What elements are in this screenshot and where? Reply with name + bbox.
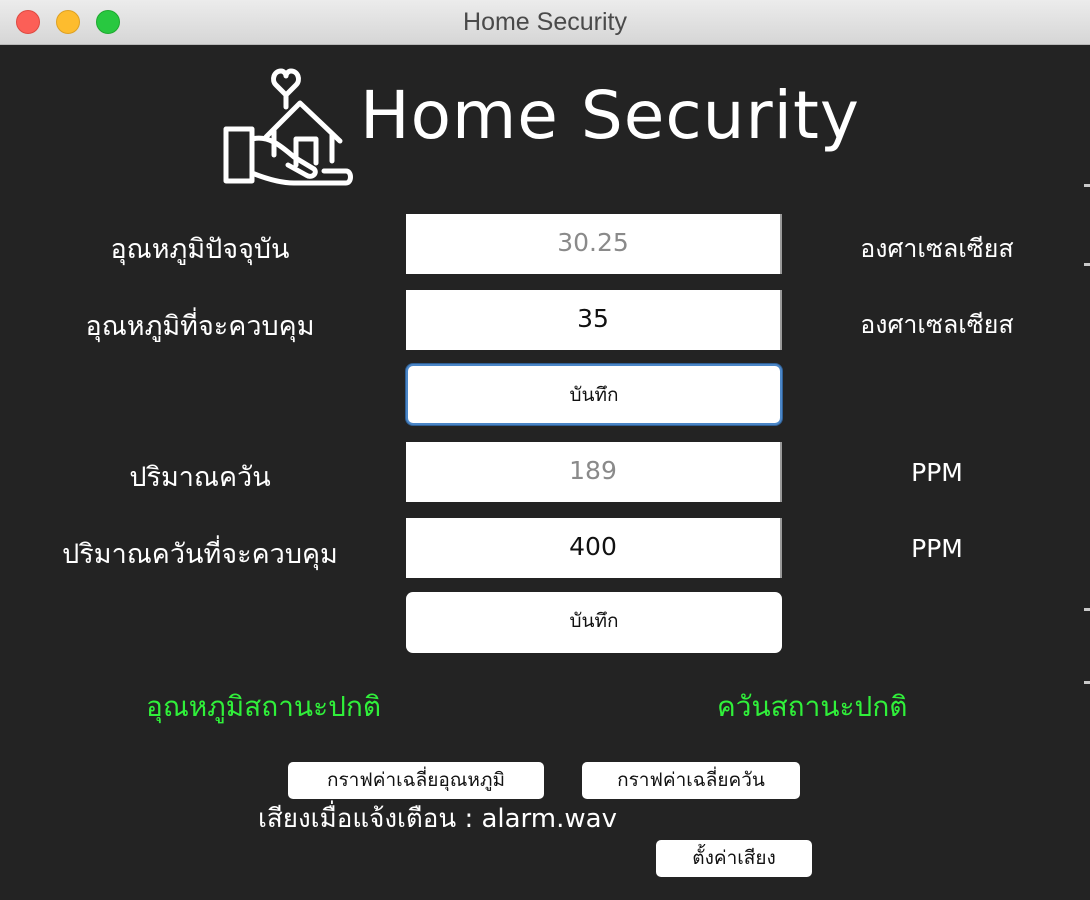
alarm-sound-label: เสียงเมื่อแจ้งเตือน : alarm.wav [258, 804, 617, 834]
current-smoke-unit: PPM [911, 458, 963, 487]
app-heading: Home Security [360, 77, 860, 154]
hand-holding-house-heart-icon [222, 65, 354, 187]
temp-average-graph-button[interactable]: กราฟค่าเฉลี่ยอุณหภูมิ [288, 762, 544, 799]
save-smoke-button[interactable]: บันทึก [406, 592, 782, 653]
current-temp-unit: องศาเซลเซียส [860, 234, 1014, 263]
window-edge-mark [1084, 184, 1090, 187]
sound-settings-button[interactable]: ตั้งค่าเสียง [656, 840, 812, 877]
target-smoke-input[interactable]: 400 [406, 518, 782, 578]
main-panel: Home Security อุณหภูมิปัจจุบัน 30.25 องศ… [0, 45, 1090, 900]
current-temp-label: อุณหภูมิปัจจุบัน [110, 234, 290, 265]
temp-status-text: อุณหภูมิสถานะปกติ [146, 690, 382, 723]
target-temp-label: อุณหภูมิที่จะควบคุม [85, 311, 315, 342]
window-title: Home Security [463, 8, 627, 36]
current-smoke-field: 189 [406, 442, 782, 502]
window-edge-mark [1084, 681, 1090, 684]
target-temp-input[interactable]: 35 [406, 290, 782, 350]
title-bar[interactable]: Home Security [0, 0, 1090, 45]
target-smoke-unit: PPM [911, 534, 963, 563]
smoke-average-graph-button[interactable]: กราฟค่าเฉลี่ยควัน [582, 762, 800, 799]
current-temp-field: 30.25 [406, 214, 782, 274]
smoke-status-text: ควันสถานะปกติ [717, 690, 908, 723]
window-edge-mark [1084, 263, 1090, 266]
target-smoke-label: ปริมาณควันที่จะควบคุม [62, 539, 338, 570]
window-edge-mark [1084, 608, 1090, 611]
save-temp-button[interactable]: บันทึก [406, 364, 782, 425]
current-smoke-label: ปริมาณควัน [129, 462, 271, 493]
app-window: Home Security Home Security อุณหภูมิปัจจ… [0, 0, 1090, 900]
target-temp-unit: องศาเซลเซียส [860, 310, 1014, 339]
